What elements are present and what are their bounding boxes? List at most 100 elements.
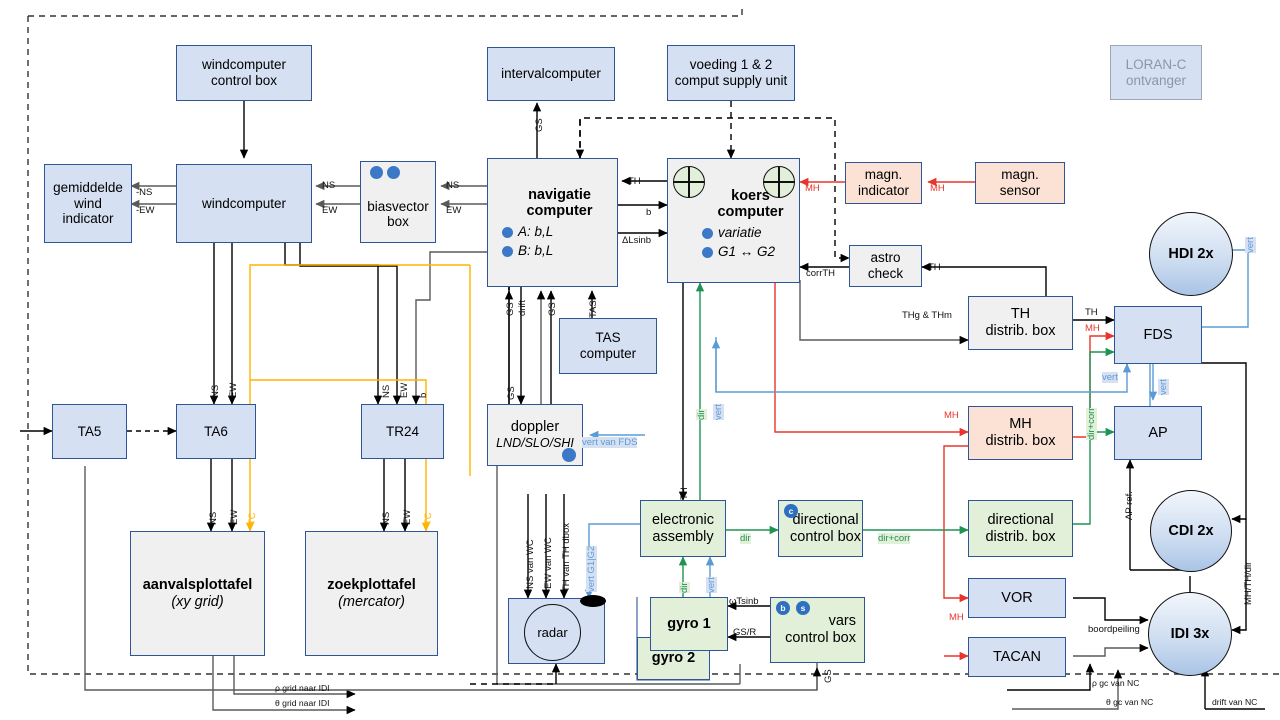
edge-label-rho-grid: ρ grid naar IDI <box>275 683 330 693</box>
label-line2: comput supply unit <box>674 73 788 88</box>
node-ta6[interactable]: TA6 <box>176 404 256 459</box>
node-th-distrib-box[interactable]: TH distrib. box <box>968 296 1073 350</box>
edge-label-vert-gyro: vert <box>706 577 717 593</box>
node-intervalcomputer[interactable]: intervalcomputer <box>487 47 615 101</box>
label-line2: computer <box>717 204 784 221</box>
biasvector-indicator-dot-2 <box>387 166 400 179</box>
koers-option-a-label: variatie <box>718 225 762 241</box>
edge-label-th-van-th-dbox: TH van TH dbox <box>561 523 572 592</box>
label-line2: distrib. box <box>985 528 1056 545</box>
edge-label-ew-bias-wc: EW <box>322 205 338 216</box>
label-line2: control box <box>210 73 278 88</box>
node-hdi[interactable]: HDI 2x <box>1149 212 1233 296</box>
edge-label-tc-plot2: TC <box>423 512 434 525</box>
bullet-dot <box>502 245 513 257</box>
node-tacan[interactable]: TACAN <box>968 637 1066 677</box>
label-line2: check <box>867 266 904 281</box>
label-line1: navigatie <box>528 186 591 203</box>
node-navigatie-computer[interactable]: navigatie computer A: b,L B: b,L <box>487 158 618 287</box>
node-astro-check[interactable]: astro check <box>849 245 922 287</box>
node-windcomputer[interactable]: windcomputer <box>176 164 312 243</box>
label-line1: TH <box>1010 306 1031 323</box>
edge-label-gs-nav-dop: GS <box>505 302 516 316</box>
badge-s: s <box>796 601 810 615</box>
edge-label-vert-ea: vert <box>713 404 724 420</box>
edge-label-boordpeiling: boordpeiling <box>1088 624 1140 635</box>
edge-label-ns-nav-bias: NS <box>446 180 460 191</box>
edge-label-gs-vars: GS <box>823 669 834 683</box>
badge-c: c <box>784 504 798 518</box>
node-voeding-supply-unit[interactable]: voeding 1 & 2 comput supply unit <box>667 45 795 101</box>
label-line2: (mercator) <box>338 593 405 610</box>
radar-antenna-icon <box>580 595 606 607</box>
node-zoekplottafel[interactable]: zoekplottafel (mercator) <box>305 531 438 656</box>
edge-label-ew-ta6: EW <box>228 382 239 398</box>
node-gemiddelde-wind-indicator[interactable]: gemiddelde wind indicator <box>44 164 132 243</box>
edge-label-ns-neg: -NS <box>136 187 153 198</box>
node-idi[interactable]: IDI 3x <box>1148 592 1232 676</box>
edge-label-ew-tr24: EW <box>399 382 410 398</box>
edge-label-mh-fds: MH <box>1085 323 1100 334</box>
bullet-dot <box>502 227 513 239</box>
edge-label-rho-gc: ρ gc van NC <box>1092 678 1140 688</box>
node-gyro1[interactable]: gyro 1 <box>650 597 728 651</box>
label-line2: assembly <box>652 528 714 545</box>
node-loran-c-ontvanger[interactable]: LORAN-C ontvanger <box>1110 45 1202 100</box>
edge-label-theta-grid: θ grid naar IDI <box>275 698 330 708</box>
edge-label-vert-van-fds: vert van FDS <box>582 437 638 448</box>
koers-option-b-label: G1 ↔ G2 <box>718 243 776 259</box>
label-line1: intervalcomputer <box>501 66 601 82</box>
label-line2: sensor <box>999 183 1041 198</box>
edge-label-dir-ea-dcb: dir <box>740 533 751 544</box>
node-tas-computer[interactable]: TAS computer <box>559 318 657 374</box>
label-line1: zoekplottafel <box>327 576 416 593</box>
label-line1: astro <box>870 250 901 266</box>
node-ap[interactable]: AP <box>1114 406 1202 460</box>
edge-label-th-fds: TH <box>1085 307 1098 318</box>
edge-label-ew-plot2: EW <box>402 509 413 525</box>
label-line1: doppler <box>510 419 560 436</box>
label-line1: CDI 2x <box>1168 523 1214 539</box>
node-directional-distrib-box[interactable]: directional distrib. box <box>968 500 1073 557</box>
node-fds[interactable]: FDS <box>1114 306 1202 364</box>
label-line1: radar <box>537 625 568 640</box>
edge-label-gsr: GS/R <box>733 627 757 638</box>
label-line1: TACAN <box>992 648 1042 665</box>
koers-option-variatie: variatie <box>702 225 762 241</box>
node-mh-distrib-box[interactable]: MH distrib. box <box>968 406 1073 460</box>
diagram-canvas: windcomputer control box gemiddelde wind… <box>0 0 1280 720</box>
label-line1: magn. <box>864 167 903 183</box>
edge-label-vert-g1g2: vert G1|G2 <box>586 545 597 592</box>
label-line1: windcomputer <box>201 195 287 211</box>
label-line1: directional <box>987 511 1054 528</box>
nav-option-b-label: B: b,L <box>518 242 554 258</box>
label-line1: TAS <box>595 330 621 346</box>
node-magn-indicator[interactable]: magn. indicator <box>845 162 922 204</box>
node-ta5[interactable]: TA5 <box>52 404 127 459</box>
node-cdi[interactable]: CDI 2x <box>1150 490 1232 572</box>
label-line2: control box <box>790 528 861 545</box>
label-line2: computer <box>579 346 637 361</box>
label-line1: gemiddelde <box>53 180 123 196</box>
label-line1: FDS <box>1143 326 1173 343</box>
node-electronic-assembly[interactable]: electronic assembly <box>640 500 726 557</box>
node-magn-sensor[interactable]: magn. sensor <box>975 162 1065 204</box>
edge-label-gs-nav: GS <box>547 302 558 316</box>
label-line1: magn. <box>1001 167 1039 183</box>
edge-label-dircorr: dir+corr <box>878 533 911 544</box>
label-line2: LND/SLO/SHI <box>496 436 574 451</box>
edge-label-th-nav-koers: TH <box>628 176 641 187</box>
node-tr24[interactable]: TR24 <box>361 404 444 459</box>
label-line1: vars <box>828 613 856 630</box>
label-line2: box <box>387 214 409 230</box>
label-line2: distrib. box <box>985 433 1056 449</box>
edge-label-vert-hdi: vert <box>1245 237 1256 253</box>
label-line1: HDI 2x <box>1168 246 1214 262</box>
edge-label-b: b <box>646 207 652 218</box>
node-aanvalsplottafel[interactable]: aanvalsplottafel (xy grid) <box>130 531 265 656</box>
node-vor[interactable]: VOR <box>968 578 1066 618</box>
edge-label-tc-plot1: TC <box>247 512 258 525</box>
node-windcomputer-control-box[interactable]: windcomputer control box <box>176 45 312 101</box>
edge-label-th-astro: TH <box>928 262 941 273</box>
edge-label-ns-ta6: NS <box>210 384 221 398</box>
